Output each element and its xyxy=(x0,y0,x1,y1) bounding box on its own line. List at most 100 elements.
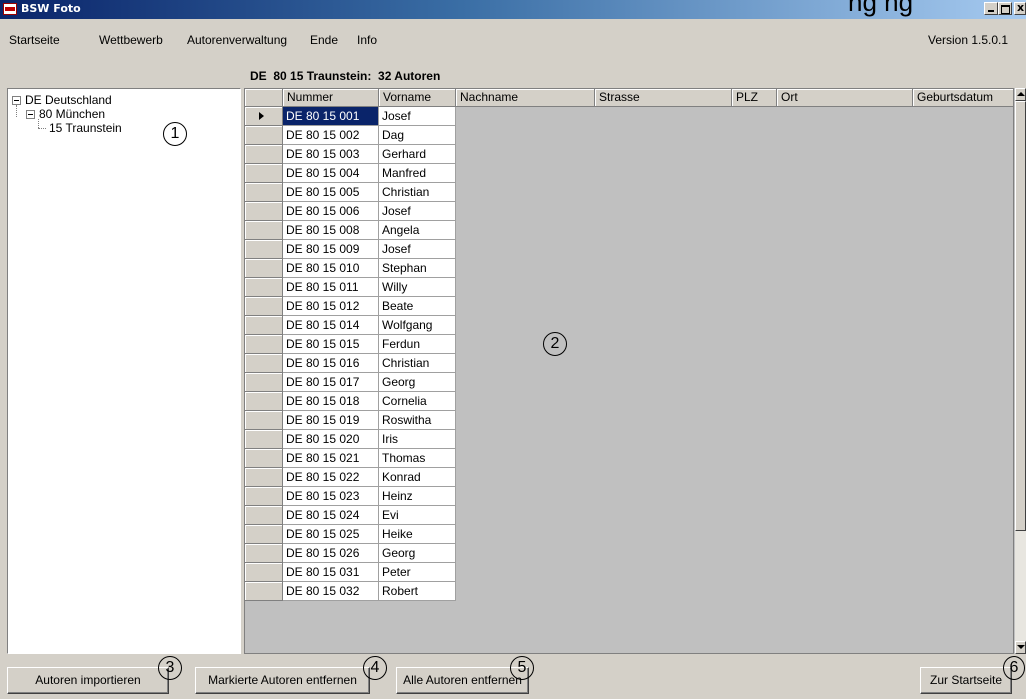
scroll-thumb[interactable] xyxy=(1015,101,1026,531)
cell-nummer[interactable]: DE 80 15 026 xyxy=(283,544,379,563)
row-header[interactable] xyxy=(245,316,283,335)
row-header[interactable] xyxy=(245,164,283,183)
column-header-ort[interactable]: Ort xyxy=(777,89,913,107)
table-row[interactable]: DE 80 15 010 Stephan xyxy=(245,259,456,278)
cell-nummer[interactable]: DE 80 15 004 xyxy=(283,164,379,183)
cell-nummer[interactable]: DE 80 15 031 xyxy=(283,563,379,582)
table-row[interactable]: DE 80 15 008 Angela xyxy=(245,221,456,240)
table-row[interactable]: DE 80 15 022 Konrad xyxy=(245,468,456,487)
table-row[interactable]: DE 80 15 005 Christian xyxy=(245,183,456,202)
table-row[interactable]: DE 80 15 014 Wolfgang xyxy=(245,316,456,335)
cell-nummer[interactable]: DE 80 15 012 xyxy=(283,297,379,316)
cell-vorname[interactable]: Christian xyxy=(379,354,456,373)
collapse-icon[interactable] xyxy=(26,110,35,120)
cell-vorname[interactable]: Manfred xyxy=(379,164,456,183)
table-row[interactable]: DE 80 15 002 Dag xyxy=(245,126,456,145)
column-header-nachname[interactable]: Nachname xyxy=(456,89,595,107)
column-header-vorname[interactable]: Vorname xyxy=(379,89,456,107)
table-row[interactable]: DE 80 15 023 Heinz xyxy=(245,487,456,506)
row-header[interactable] xyxy=(245,411,283,430)
cell-nummer[interactable]: DE 80 15 023 xyxy=(283,487,379,506)
cell-vorname[interactable]: Evi xyxy=(379,506,456,525)
cell-nummer[interactable]: DE 80 15 017 xyxy=(283,373,379,392)
menu-info[interactable]: Info xyxy=(357,33,377,47)
cell-vorname[interactable]: Roswitha xyxy=(379,411,456,430)
minimize-button[interactable] xyxy=(984,2,998,15)
menu-wettbewerb[interactable]: Wettbewerb xyxy=(99,33,163,47)
table-row[interactable]: DE 80 15 012 Beate xyxy=(245,297,456,316)
cell-vorname[interactable]: Konrad xyxy=(379,468,456,487)
table-row[interactable]: DE 80 15 024 Evi xyxy=(245,506,456,525)
row-header[interactable] xyxy=(245,487,283,506)
maximize-button[interactable] xyxy=(998,2,1012,15)
table-row[interactable]: DE 80 15 001 Josef xyxy=(245,107,456,126)
cell-vorname[interactable]: Thomas xyxy=(379,449,456,468)
row-header[interactable] xyxy=(245,335,283,354)
cell-vorname[interactable]: Georg xyxy=(379,373,456,392)
vertical-scrollbar[interactable] xyxy=(1014,88,1026,654)
cell-vorname[interactable]: Josef xyxy=(379,240,456,259)
cell-vorname[interactable]: Gerhard xyxy=(379,145,456,164)
authors-grid[interactable]: Nummer Vorname Nachname Strasse PLZ Ort … xyxy=(244,88,1014,654)
table-row[interactable]: DE 80 15 032 Robert xyxy=(245,582,456,601)
row-header[interactable] xyxy=(245,202,283,221)
row-header[interactable] xyxy=(245,221,283,240)
cell-vorname[interactable]: Robert xyxy=(379,582,456,601)
import-authors-button[interactable]: Autoren importieren xyxy=(7,667,169,694)
menu-ende[interactable]: Ende xyxy=(310,33,338,47)
cell-vorname[interactable]: Heinz xyxy=(379,487,456,506)
row-header[interactable] xyxy=(245,392,283,411)
row-header[interactable] xyxy=(245,506,283,525)
menu-autorenverwaltung[interactable]: Autorenverwaltung xyxy=(187,33,287,47)
table-row[interactable]: DE 80 15 020 Iris xyxy=(245,430,456,449)
cell-vorname[interactable]: Iris xyxy=(379,430,456,449)
row-header[interactable] xyxy=(245,145,283,164)
table-row[interactable]: DE 80 15 003 Gerhard xyxy=(245,145,456,164)
column-header-geburtsdatum[interactable]: Geburtsdatum xyxy=(913,89,1013,107)
cell-vorname[interactable]: Wolfgang xyxy=(379,316,456,335)
cell-vorname[interactable]: Peter xyxy=(379,563,456,582)
row-header[interactable] xyxy=(245,259,283,278)
remove-marked-authors-button[interactable]: Markierte Autoren entfernen xyxy=(195,667,370,694)
row-header[interactable] xyxy=(245,354,283,373)
table-row[interactable]: DE 80 15 015 Ferdun xyxy=(245,335,456,354)
row-header[interactable] xyxy=(245,297,283,316)
cell-vorname[interactable]: Stephan xyxy=(379,259,456,278)
cell-nummer[interactable]: DE 80 15 011 xyxy=(283,278,379,297)
cell-nummer[interactable]: DE 80 15 008 xyxy=(283,221,379,240)
row-header[interactable] xyxy=(245,563,283,582)
row-header[interactable] xyxy=(245,525,283,544)
cell-vorname[interactable]: Josef xyxy=(379,107,456,126)
scroll-up-icon[interactable] xyxy=(1015,88,1026,101)
table-row[interactable]: DE 80 15 026 Georg xyxy=(245,544,456,563)
table-row[interactable]: DE 80 15 021 Thomas xyxy=(245,449,456,468)
column-header-nummer[interactable]: Nummer xyxy=(283,89,379,107)
cell-nummer[interactable]: DE 80 15 009 xyxy=(283,240,379,259)
cell-nummer[interactable]: DE 80 15 022 xyxy=(283,468,379,487)
cell-vorname[interactable]: Christian xyxy=(379,183,456,202)
cell-nummer[interactable]: DE 80 15 016 xyxy=(283,354,379,373)
cell-nummer[interactable]: DE 80 15 002 xyxy=(283,126,379,145)
cell-nummer[interactable]: DE 80 15 025 xyxy=(283,525,379,544)
row-header[interactable] xyxy=(245,126,283,145)
cell-nummer[interactable]: DE 80 15 003 xyxy=(283,145,379,164)
cell-nummer[interactable]: DE 80 15 005 xyxy=(283,183,379,202)
cell-vorname[interactable]: Dag xyxy=(379,126,456,145)
row-header[interactable] xyxy=(245,468,283,487)
region-tree[interactable]: DE Deutschland 80 München 15 Traunstein … xyxy=(7,88,241,654)
row-header[interactable] xyxy=(245,240,283,259)
cell-nummer[interactable]: DE 80 15 019 xyxy=(283,411,379,430)
cell-nummer[interactable]: DE 80 15 014 xyxy=(283,316,379,335)
cell-nummer[interactable]: DE 80 15 032 xyxy=(283,582,379,601)
table-row[interactable]: DE 80 15 016 Christian xyxy=(245,354,456,373)
go-to-start-button[interactable]: Zur Startseite xyxy=(920,667,1012,694)
column-header-plz[interactable]: PLZ xyxy=(732,89,777,107)
row-header[interactable] xyxy=(245,430,283,449)
cell-nummer[interactable]: DE 80 15 024 xyxy=(283,506,379,525)
cell-vorname[interactable]: Josef xyxy=(379,202,456,221)
row-header[interactable] xyxy=(245,544,283,563)
table-row[interactable]: DE 80 15 031 Peter xyxy=(245,563,456,582)
menu-startseite[interactable]: Startseite xyxy=(9,33,60,47)
table-row[interactable]: DE 80 15 019 Roswitha xyxy=(245,411,456,430)
close-button[interactable] xyxy=(1014,2,1026,15)
